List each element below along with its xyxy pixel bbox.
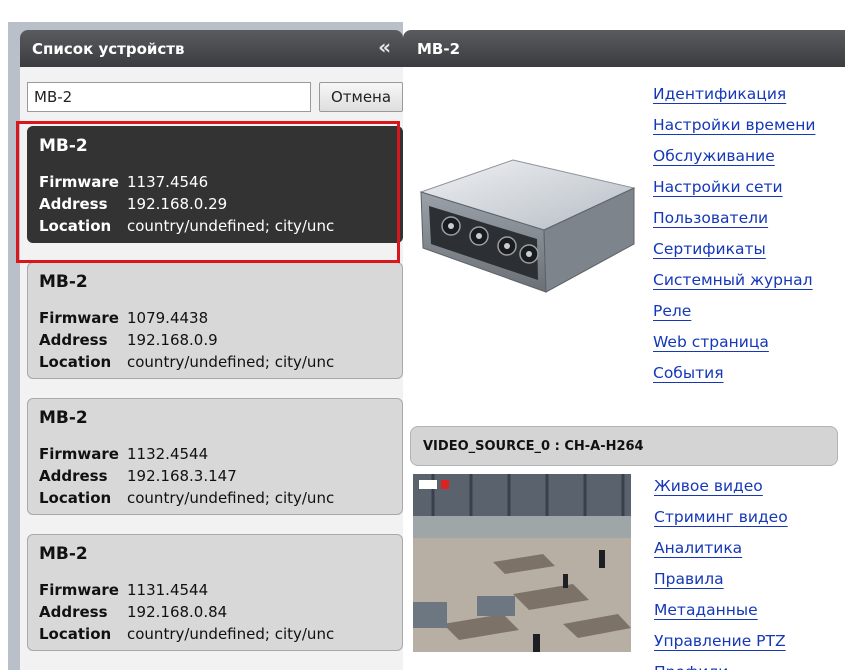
device-name: MB-2 <box>39 544 88 564</box>
firmware-row: Firmware 1079.4438 <box>39 309 208 327</box>
double-chevron-left-icon[interactable]: « <box>378 35 391 59</box>
device-card[interactable]: MB-2 Firmware 1137.4546 Address 192.168.0.… <box>27 126 403 243</box>
firmware-label: Firmware <box>39 445 119 463</box>
video-source-bar[interactable]: VIDEO_SOURCE_0 : CH-A-H264 <box>410 426 838 466</box>
device-settings-menu: Идентификация Настройки времени Обслужив… <box>653 79 815 389</box>
location-value: country/undefined; city/unc <box>127 217 335 235</box>
menu-link-web-page[interactable]: Web страница <box>653 327 769 358</box>
location-label: Location <box>39 625 112 643</box>
cancel-button[interactable]: Отмена <box>319 82 403 112</box>
device-card[interactable]: MB-2 Firmware 1132.4544 Address 192.168.3.… <box>27 398 403 515</box>
device-list-title: Список устройств <box>32 40 185 58</box>
location-value: country/undefined; city/unc <box>127 625 335 643</box>
address-value: 192.168.0.9 <box>127 331 218 349</box>
firmware-row: Firmware 1132.4544 <box>39 445 208 463</box>
firmware-row: Firmware 1137.4546 <box>39 173 208 191</box>
device-image <box>419 159 636 293</box>
menu-link-users[interactable]: Пользователи <box>653 203 768 234</box>
firmware-label: Firmware <box>39 173 119 191</box>
firmware-value: 1132.4544 <box>127 445 209 463</box>
firmware-label: Firmware <box>39 309 119 327</box>
menu-link-video-streaming[interactable]: Стриминг видео <box>654 502 788 533</box>
menu-link-network-settings[interactable]: Настройки сети <box>653 172 783 203</box>
menu-link-maintenance[interactable]: Обслуживание <box>653 141 775 172</box>
address-label: Address <box>39 195 108 213</box>
menu-link-rules[interactable]: Правила <box>654 564 724 595</box>
address-label: Address <box>39 331 108 349</box>
device-name: MB-2 <box>39 272 88 292</box>
location-label: Location <box>39 353 112 371</box>
device-detail-header: MB-2 <box>403 30 845 67</box>
location-value: country/undefined; city/unc <box>127 489 335 507</box>
device-detail-title: MB-2 <box>417 40 461 58</box>
address-row: Address 192.168.0.9 <box>39 331 218 349</box>
device-detail-panel: MB-2 Идентификация Настройки времени Обс… <box>403 22 845 670</box>
address-value: 192.168.3.147 <box>127 467 237 485</box>
camera-preview[interactable] <box>413 474 631 652</box>
firmware-value: 1079.4438 <box>127 309 209 327</box>
device-card[interactable]: MB-2 Firmware 1079.4438 Address 192.168.0.… <box>27 262 403 379</box>
menu-link-live-video[interactable]: Живое видео <box>654 471 763 502</box>
device-card[interactable]: MB-2 Firmware 1131.4544 Address 192.168.0.… <box>27 534 403 651</box>
firmware-value: 1137.4546 <box>127 173 209 191</box>
address-label: Address <box>39 603 108 621</box>
location-row: Location country/undefined; city/unc <box>39 353 334 371</box>
menu-link-analytics[interactable]: Аналитика <box>654 533 742 564</box>
menu-link-metadata[interactable]: Метаданные <box>654 595 758 626</box>
address-row: Address 192.168.3.147 <box>39 467 237 485</box>
address-value: 192.168.0.84 <box>127 603 228 621</box>
address-row: Address 192.168.0.29 <box>39 195 227 213</box>
device-name: MB-2 <box>39 408 88 428</box>
menu-link-identification[interactable]: Идентификация <box>653 79 786 110</box>
menu-link-ptz-control[interactable]: Управление PTZ <box>654 626 786 657</box>
device-list-panel: Список устройств « Отмена MB-2 Firmware 1… <box>8 22 403 670</box>
top-strip <box>0 0 845 22</box>
location-label: Location <box>39 489 112 507</box>
video-source-menu: Живое видео Стриминг видео Аналитика Пра… <box>654 471 788 670</box>
location-label: Location <box>39 217 112 235</box>
location-row: Location country/undefined; city/unc <box>39 489 334 507</box>
device-list-body: Отмена MB-2 Firmware 1137.4546 Address 192… <box>20 67 403 670</box>
menu-link-profiles[interactable]: Профили <box>654 657 728 670</box>
location-row: Location country/undefined; city/unc <box>39 217 334 235</box>
menu-link-certificates[interactable]: Сертификаты <box>653 234 766 265</box>
address-label: Address <box>39 467 108 485</box>
device-name: MB-2 <box>39 136 88 156</box>
firmware-value: 1131.4544 <box>127 581 209 599</box>
search-input[interactable] <box>27 82 311 112</box>
menu-link-system-log[interactable]: Системный журнал <box>653 265 813 296</box>
address-value: 192.168.0.29 <box>127 195 228 213</box>
menu-link-relay[interactable]: Реле <box>653 296 691 327</box>
firmware-row: Firmware 1131.4544 <box>39 581 208 599</box>
address-row: Address 192.168.0.84 <box>39 603 227 621</box>
video-source-label: VIDEO_SOURCE_0 : CH-A-H264 <box>423 439 644 454</box>
location-row: Location country/undefined; city/unc <box>39 625 334 643</box>
menu-link-time-settings[interactable]: Настройки времени <box>653 110 815 141</box>
menu-link-events[interactable]: События <box>653 358 724 389</box>
firmware-label: Firmware <box>39 581 119 599</box>
location-value: country/undefined; city/unc <box>127 353 335 371</box>
device-list-header: Список устройств « <box>20 30 403 67</box>
